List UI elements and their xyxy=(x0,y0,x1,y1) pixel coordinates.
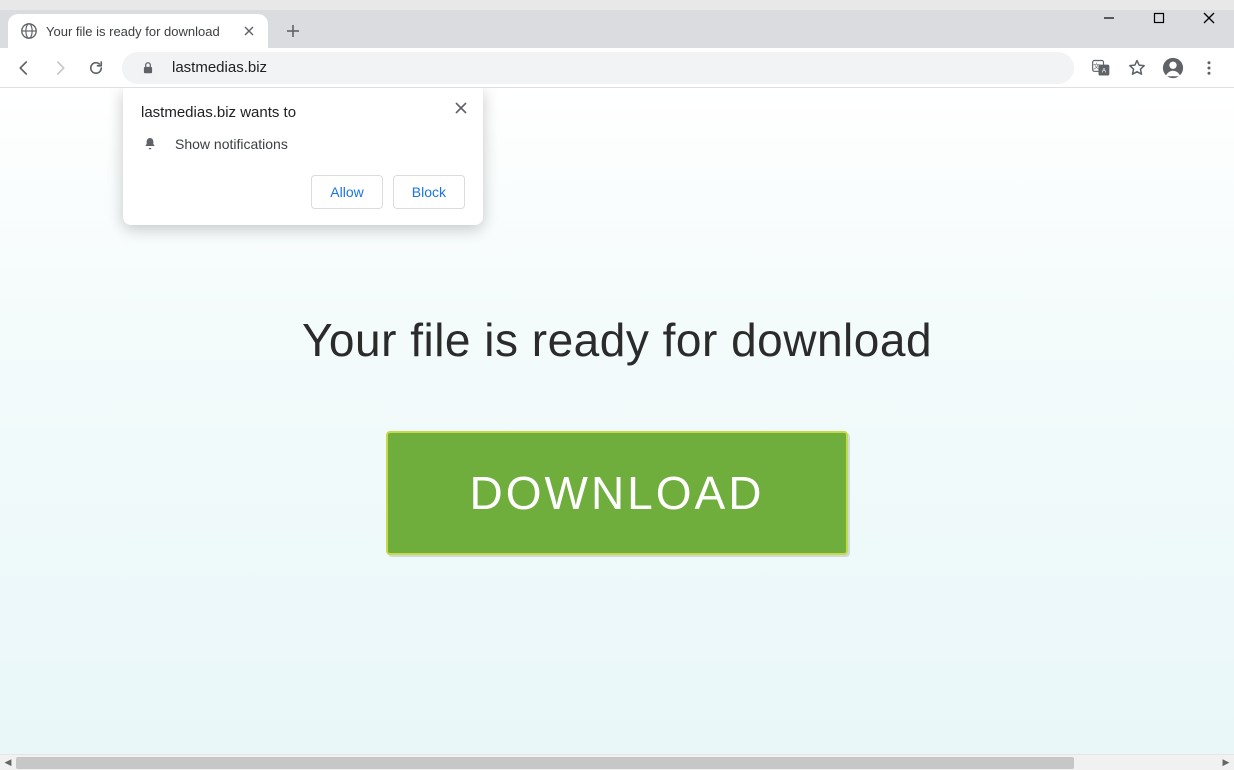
reload-button[interactable] xyxy=(80,52,112,84)
tab-close-button[interactable] xyxy=(240,22,258,40)
scroll-thumb[interactable] xyxy=(16,757,1074,769)
window-close-button[interactable] xyxy=(1184,0,1234,36)
toolbar-right: 文A xyxy=(1084,51,1226,85)
back-button[interactable] xyxy=(8,52,40,84)
forward-button[interactable] xyxy=(44,52,76,84)
lock-icon[interactable] xyxy=(134,57,162,79)
window-controls xyxy=(1084,0,1234,36)
bell-icon xyxy=(141,135,159,153)
download-button[interactable]: DOWNLOAD xyxy=(386,431,848,555)
star-icon[interactable] xyxy=(1120,51,1154,85)
window-maximize-button[interactable] xyxy=(1134,0,1184,36)
translate-icon[interactable]: 文A xyxy=(1084,51,1118,85)
menu-icon[interactable] xyxy=(1192,51,1226,85)
address-bar[interactable]: lastmedias.biz xyxy=(122,52,1074,84)
permission-title: lastmedias.biz wants to xyxy=(141,104,465,121)
page-content: Your file is ready for download DOWNLOAD xyxy=(0,313,1234,555)
svg-text:文: 文 xyxy=(1093,61,1100,70)
profile-icon[interactable] xyxy=(1156,51,1190,85)
scroll-right-arrow[interactable]: ▶ xyxy=(1218,755,1234,770)
globe-icon xyxy=(20,22,38,40)
window-titlebar xyxy=(0,0,1234,10)
new-tab-button[interactable] xyxy=(278,16,308,46)
url-text: lastmedias.biz xyxy=(172,59,267,76)
svg-text:A: A xyxy=(1102,67,1107,74)
tab-title: Your file is ready for download xyxy=(46,24,232,39)
notification-permission-prompt: lastmedias.biz wants to Show notificatio… xyxy=(123,88,483,225)
browser-tab[interactable]: Your file is ready for download xyxy=(8,14,268,48)
window-minimize-button[interactable] xyxy=(1084,0,1134,36)
permission-request-label: Show notifications xyxy=(175,136,288,152)
block-button[interactable]: Block xyxy=(393,175,465,209)
scroll-left-arrow[interactable]: ◀ xyxy=(0,755,16,770)
page-headline: Your file is ready for download xyxy=(302,313,932,367)
browser-toolbar: lastmedias.biz 文A xyxy=(0,48,1234,88)
permission-request-row: Show notifications xyxy=(141,135,465,153)
allow-button[interactable]: Allow xyxy=(311,175,382,209)
permission-actions: Allow Block xyxy=(141,175,465,209)
horizontal-scrollbar[interactable]: ◀ ▶ xyxy=(0,754,1234,770)
page-viewport: Your file is ready for download DOWNLOAD… xyxy=(0,88,1234,754)
tab-strip: Your file is ready for download xyxy=(0,10,1234,48)
scroll-track[interactable] xyxy=(16,755,1218,770)
permission-close-button[interactable] xyxy=(449,96,473,120)
